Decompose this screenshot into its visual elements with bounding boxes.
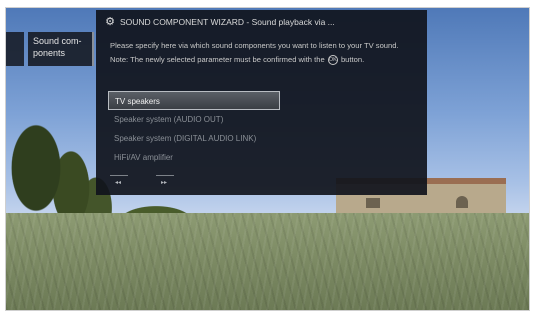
ok-button-icon: OK — [327, 55, 338, 65]
back-icon[interactable]: ◂◂ — [115, 179, 121, 186]
forward-icon[interactable]: ▸▸ — [161, 179, 167, 186]
villa-window — [456, 196, 468, 208]
sound-component-wizard-panel: ⚙ SOUND COMPONENT WIZARD - Sound playbac… — [96, 10, 427, 195]
wizard-note-text: Note: The newly selected parameter must … — [110, 55, 325, 64]
nav-back-line — [110, 175, 128, 176]
wizard-title-text: SOUND COMPONENT WIZARD - Sound playback … — [120, 17, 335, 27]
gear-icon: ⚙ — [105, 16, 115, 28]
option-tv-speakers[interactable]: TV speakers — [108, 91, 280, 110]
option-speaker-system-audio-out[interactable]: Speaker system (AUDIO OUT) — [108, 110, 280, 129]
wizard-title: ⚙ SOUND COMPONENT WIZARD - Sound playbac… — [104, 15, 335, 29]
villa-window — [366, 198, 380, 208]
sound-option-list: TV speakers Speaker system (AUDIO OUT) S… — [108, 91, 280, 167]
wizard-note: Note: The newly selected parameter must … — [110, 54, 420, 65]
side-menu-item-sound-components[interactable]: Sound com- ponents — [28, 32, 94, 66]
nav-forward-line — [156, 175, 174, 176]
option-speaker-system-digital-audio-link[interactable]: Speaker system (DIGITAL AUDIO LINK) — [108, 129, 280, 148]
wizard-note-end: button. — [340, 55, 365, 64]
side-menu-strip[interactable] — [6, 32, 24, 66]
option-hifi-av-amplifier[interactable]: HiFi/AV amplifier — [108, 148, 280, 167]
wizard-instruction: Please specify here via which sound comp… — [110, 41, 399, 50]
wizard-description: Please specify here via which sound comp… — [110, 40, 420, 65]
tv-screen: Sound com- ponents ⚙ SOUND COMPONENT WIZ… — [5, 7, 530, 311]
wizard-navigation: ◂◂ ▸▸ — [110, 175, 190, 189]
background-olive-shrubs — [6, 213, 529, 310]
